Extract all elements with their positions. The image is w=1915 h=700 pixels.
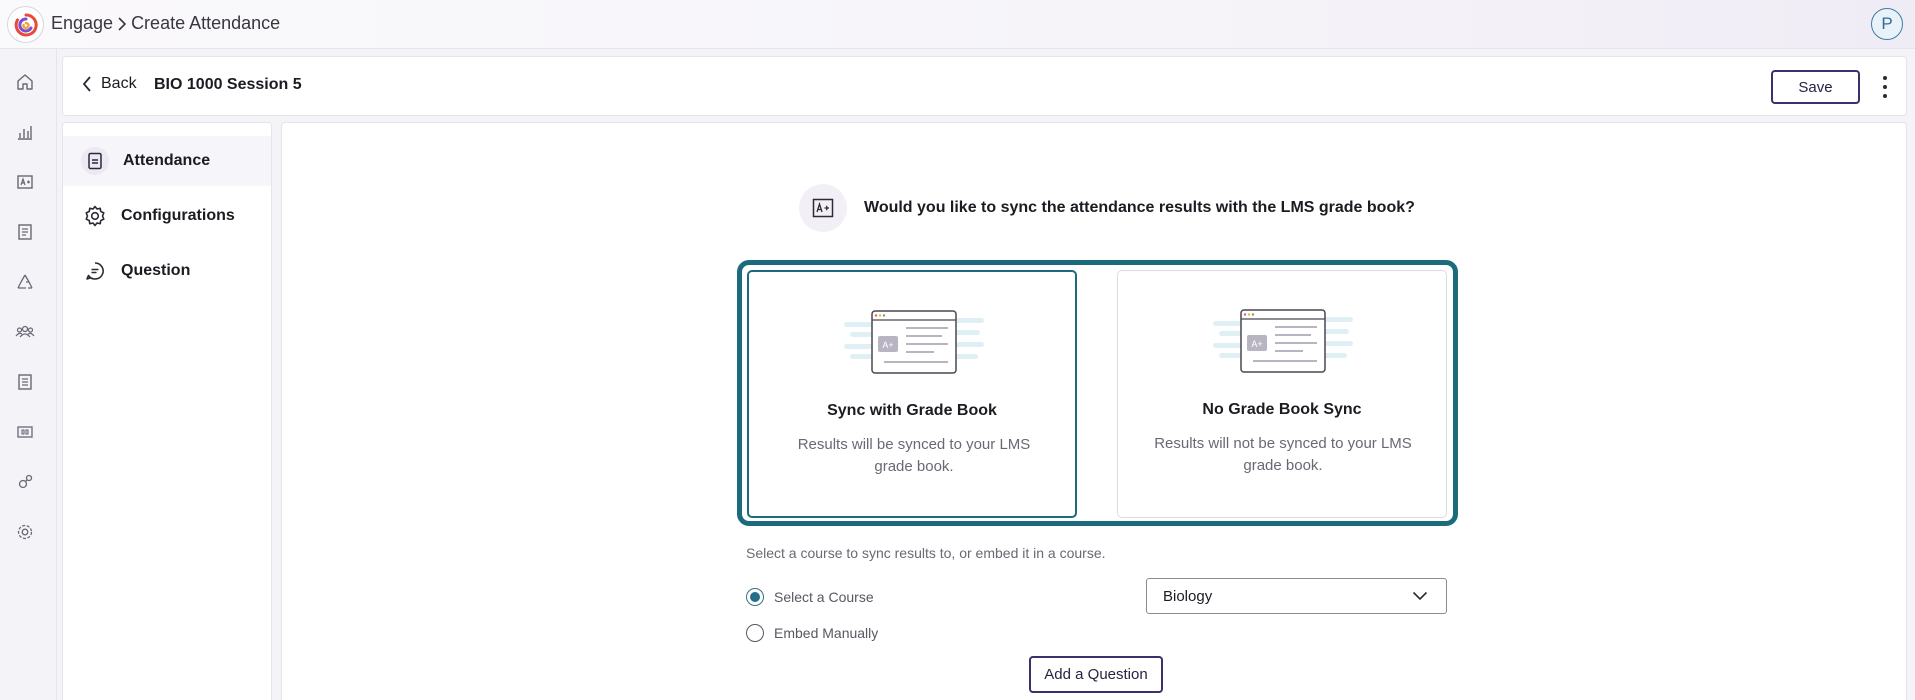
recycle-icon[interactable] — [13, 270, 37, 294]
sidenav-item-label: Question — [121, 262, 191, 279]
library-icon[interactable] — [13, 420, 37, 444]
profile-avatar[interactable]: P — [1871, 8, 1903, 40]
course-select-value: Biology — [1163, 587, 1213, 605]
option-description: Results will not be synced to your LMS g… — [1154, 435, 1412, 474]
back-button[interactable]: Back — [81, 75, 137, 93]
more-options-icon[interactable] — [1882, 73, 1888, 101]
breadcrumb: Engage Create Attendance — [51, 13, 280, 34]
settings-icon[interactable] — [13, 520, 37, 544]
add-question-button[interactable]: Add a Question — [1029, 656, 1163, 693]
gradebook-illustration-icon: A+ — [844, 310, 984, 374]
main-panel: Would you like to sync the attendance re… — [281, 122, 1907, 700]
option-description: Results will be synced to your LMS grade… — [797, 436, 1031, 475]
sync-question: Would you like to sync the attendance re… — [864, 199, 1415, 216]
no-gradebook-sync-card[interactable]: A+ No Grade Book Sync Results will not b… — [1117, 270, 1447, 518]
chevron-down-icon — [1412, 591, 1428, 601]
course-hint: Select a course to sync results to, or e… — [746, 545, 1106, 561]
sidenav-item-attendance[interactable]: Attendance — [63, 136, 271, 186]
document-icon — [81, 147, 109, 175]
grade-card-icon[interactable] — [13, 170, 37, 194]
grade-card-icon — [799, 184, 847, 232]
radio-button[interactable] — [746, 624, 764, 642]
session-title: BIO 1000 Session 5 — [154, 76, 302, 93]
report-icon[interactable] — [13, 220, 37, 244]
radio-label: Embed Manually — [774, 625, 879, 641]
integrations-icon[interactable] — [13, 470, 37, 494]
breadcrumb-app[interactable]: Engage — [51, 13, 113, 34]
chevron-left-icon — [82, 76, 91, 92]
chat-bubble-icon — [83, 259, 107, 283]
home-icon[interactable] — [13, 70, 37, 94]
gear-icon — [83, 204, 107, 228]
sidenav-item-question[interactable]: Question — [63, 246, 271, 296]
sync-with-gradebook-card[interactable]: A+ Sync with Grade Book Results will be … — [747, 270, 1077, 518]
radio-select-course[interactable]: Select a Course — [746, 588, 874, 606]
course-select[interactable]: Biology — [1146, 578, 1447, 614]
svg-text:A+: A+ — [882, 340, 893, 350]
bar-chart-icon[interactable] — [13, 120, 37, 144]
option-title: No Grade Book Sync — [1202, 401, 1362, 418]
left-rail — [0, 49, 57, 700]
radio-label: Select a Course — [774, 589, 874, 605]
engage-logo-icon[interactable] — [7, 6, 44, 43]
sync-options: A+ Sync with Grade Book Results will be … — [737, 260, 1458, 526]
save-button[interactable]: Save — [1771, 70, 1860, 104]
sidenav-item-label: Configurations — [121, 207, 235, 224]
users-icon[interactable] — [13, 320, 37, 344]
chevron-right-icon — [117, 16, 127, 32]
back-label: Back — [101, 75, 137, 92]
breadcrumb-current: Create Attendance — [131, 13, 281, 33]
list-icon[interactable] — [13, 370, 37, 394]
radio-button[interactable] — [746, 588, 764, 606]
top-bar: Engage Create Attendance P — [0, 0, 1915, 49]
radio-embed-manually[interactable]: Embed Manually — [746, 624, 878, 642]
session-header: Back BIO 1000 Session 5 Save — [62, 56, 1907, 116]
sidenav-item-configurations[interactable]: Configurations — [63, 191, 271, 241]
svg-text:A+: A+ — [1251, 339, 1262, 349]
sidenav-item-label: Attendance — [123, 152, 211, 169]
no-sync-illustration-icon: A+ — [1213, 309, 1353, 373]
settings-sidenav: Attendance Configurations Question — [62, 122, 272, 700]
option-title: Sync with Grade Book — [827, 402, 997, 419]
